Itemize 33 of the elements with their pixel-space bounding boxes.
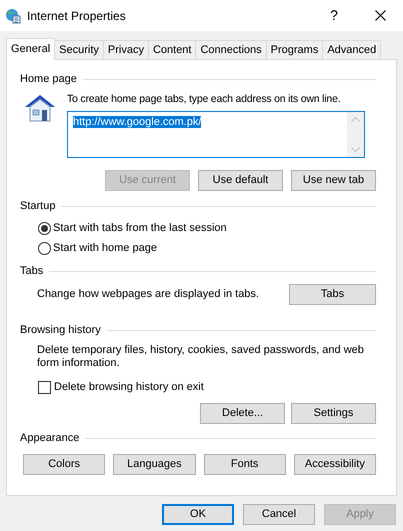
push-button[interactable]: OK	[162, 504, 234, 525]
push-button[interactable]: Fonts	[204, 454, 286, 475]
push-button[interactable]: Settings	[291, 403, 376, 424]
push-button[interactable]: Cancel	[243, 504, 315, 525]
radio-label[interactable]: Start with home page	[53, 241, 157, 255]
radio-button[interactable]	[38, 242, 51, 254]
instruction-text: To create home page tabs, type each address on its own line.	[67, 92, 342, 107]
group-heading: Home page	[20, 72, 77, 86]
push-button[interactable]: Accessibility	[294, 454, 376, 475]
scroll-bar[interactable]	[347, 112, 364, 157]
tab[interactable]: General	[6, 38, 56, 60]
push-button[interactable]: Delete...	[200, 403, 285, 424]
checkbox-label[interactable]: Delete browsing history on exit	[54, 380, 204, 394]
checkbox[interactable]	[38, 380, 51, 394]
push-button[interactable]: Tabs	[289, 284, 376, 305]
window-title: Internet Properties	[27, 8, 127, 24]
close-icon	[374, 10, 386, 21]
push-button[interactable]: Colors	[23, 454, 106, 475]
push-button[interactable]: Use default	[198, 170, 283, 191]
group-heading: Appearance	[20, 431, 80, 445]
radio-label[interactable]: Start with tabs from the last session	[53, 221, 227, 235]
description-text: Change how webpages are displayed in tabs.	[37, 287, 259, 302]
help-button[interactable]: ?	[311, 0, 357, 31]
tab[interactable]: Advanced	[322, 40, 382, 59]
globe-icon	[5, 8, 21, 24]
house-icon	[23, 93, 57, 123]
description-text: Delete temporary files, history, cookies, saved passwords, and web form information.	[36, 344, 365, 370]
group-heading: Tabs	[20, 264, 44, 278]
push-button[interactable]: Languages	[113, 454, 196, 475]
group-heading: Startup	[20, 199, 56, 213]
push-button[interactable]: Use new tab	[291, 170, 376, 191]
group-heading: Browsing history	[20, 323, 101, 337]
radio-button[interactable]	[38, 222, 51, 234]
